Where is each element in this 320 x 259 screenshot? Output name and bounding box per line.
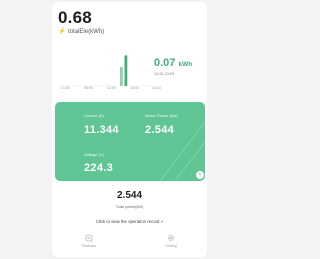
chart-tick-label: 23:00 (152, 86, 161, 90)
chart-tick-label: 06:00 (84, 86, 93, 90)
nav-statistics-label: Statistics (81, 244, 97, 248)
statistics-icon (85, 234, 93, 242)
chart-reading-unit: kWh (178, 61, 193, 68)
metrics-panel: Current (A) 11.344 Active Power (kW) 2.5… (55, 102, 205, 181)
chart-tick-label: 01:00 (61, 86, 70, 90)
current-value: 11.344 (84, 124, 119, 136)
operation-record-link[interactable]: Click to view the operation record > (52, 219, 207, 224)
nav-setting-label: Setting (165, 244, 177, 248)
total-energy-label: totalEle(kWh) (68, 29, 105, 36)
nav-setting[interactable]: Setting (156, 234, 186, 248)
chart-tick-label: 18:00 (130, 86, 139, 90)
total-energy-label-row: ⚡ totalEle(kWh) (58, 28, 105, 36)
bottom-nav: Statistics Setting (52, 231, 207, 257)
pencil-icon: ✎ (197, 172, 203, 178)
voltage-value: 224.3 (84, 162, 114, 174)
chart-reading-value: 0.07 (154, 57, 176, 69)
meter-card: 0.68 ⚡ totalEle(kWh) 01:00 06:00 12:00 1… (52, 2, 207, 257)
chart-reading: 0.07 kWh (154, 57, 192, 69)
total-energy-value: 0.68 (58, 8, 92, 27)
lightning-icon: ⚡ (58, 28, 67, 35)
chart-tick-label: 12:00 (107, 86, 116, 90)
gear-icon (168, 235, 174, 241)
current-label: Current (A) (84, 113, 104, 118)
active-power-label: Active Power (kW) (145, 113, 178, 118)
edit-button[interactable]: ✎ (196, 171, 204, 179)
nav-statistics[interactable]: Statistics (74, 234, 104, 248)
voltage-label: Voltage (V) (84, 152, 104, 157)
total-power-value: 2.544 (116, 190, 143, 201)
chart-bar (120, 67, 123, 86)
total-power-label: Total power(kW) (115, 205, 144, 209)
active-power-value: 2.544 (145, 124, 175, 136)
chart-reading-time: 10:55-23:55 (154, 72, 175, 76)
